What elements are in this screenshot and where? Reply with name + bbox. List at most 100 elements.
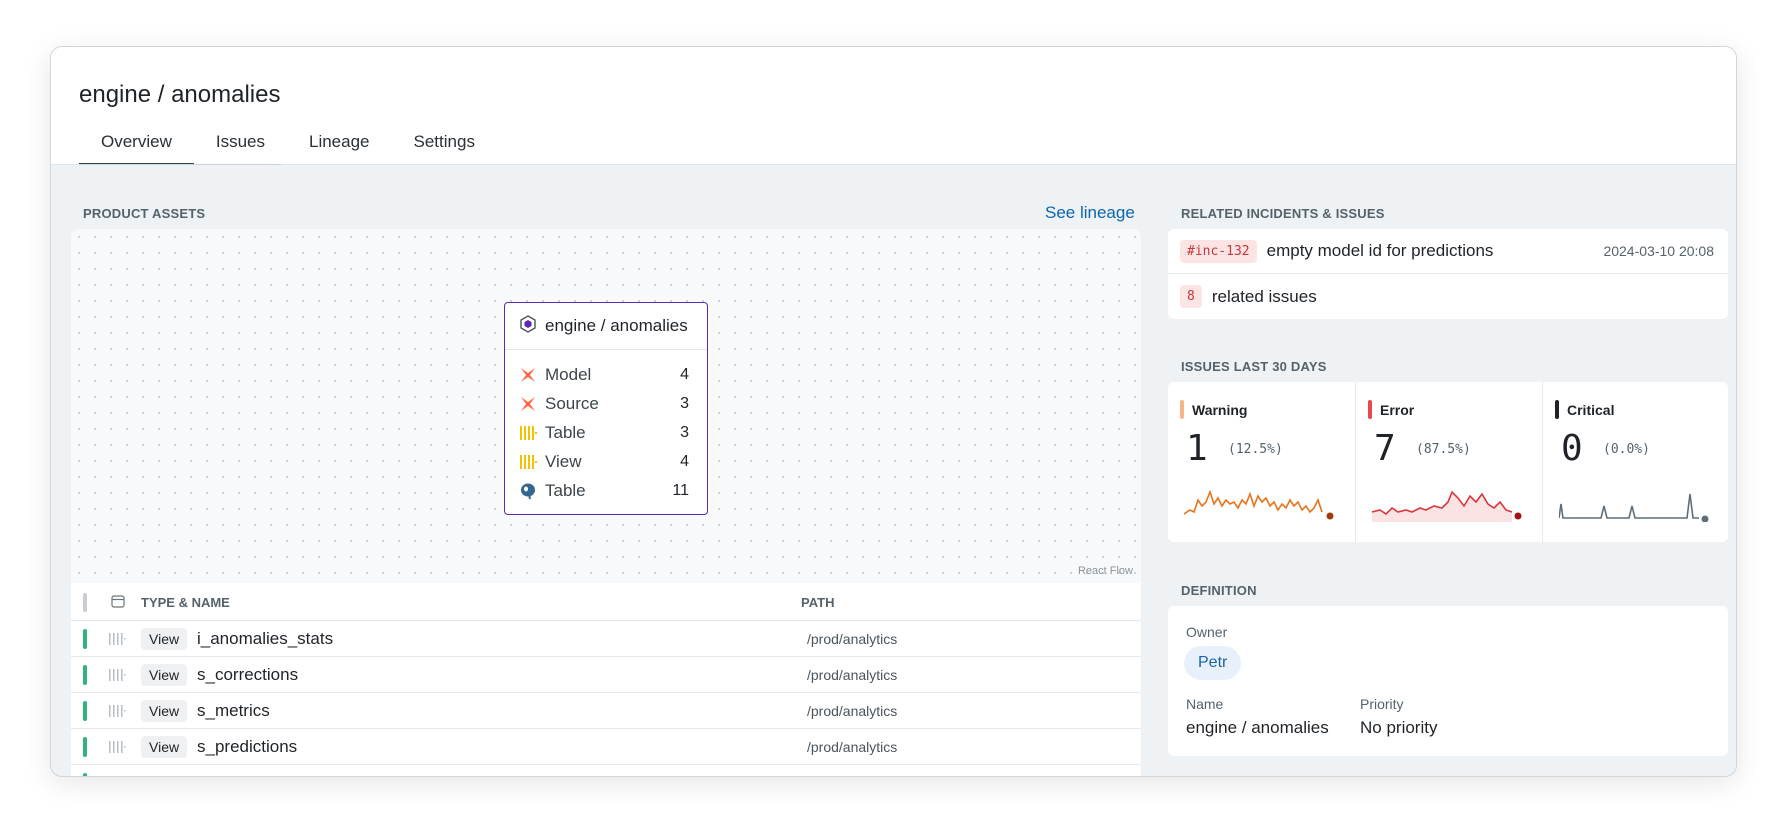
snowflake-bars-icon: [519, 453, 537, 471]
critical-sparkline: [1559, 493, 1709, 522]
incidents-card: #inc-132 empty model id for predictions …: [1168, 229, 1728, 319]
node-row-label: View: [545, 451, 582, 471]
asset-path: /prod/analytics: [807, 739, 898, 755]
snowflake-bars-icon: [519, 424, 537, 442]
incident-code-badge[interactable]: #inc-132: [1180, 239, 1257, 263]
tab-overview[interactable]: Overview: [79, 129, 194, 165]
related-issues-label[interactable]: related issues: [1212, 287, 1317, 307]
type-badge: View: [141, 700, 188, 722]
header: engine / anomalies Overview Issues Linea…: [51, 47, 1736, 165]
node-row-view[interactable]: View 4: [505, 447, 707, 476]
stat-warning[interactable]: Warning 1 (12.5%): [1168, 382, 1354, 542]
node-row-count: 3: [680, 423, 689, 441]
type-badge: View: [141, 664, 188, 686]
node-row-label: Table: [545, 480, 586, 500]
error-sparkline: [1372, 490, 1522, 522]
lineage-canvas[interactable]: engine / anomalies Model 4 Source 3 Tabl…: [71, 229, 1141, 583]
node-row-count: 11: [672, 481, 689, 499]
asset-path: /prod/analytics: [807, 631, 898, 647]
node-row-count: 4: [680, 452, 689, 470]
priority-label: Priority: [1360, 696, 1404, 712]
definition-title: DEFINITION: [1181, 583, 1257, 598]
node-row-model[interactable]: Model 4: [505, 360, 707, 389]
asset-name[interactable]: s_metrics: [197, 701, 270, 721]
node-row-source[interactable]: Source 3: [505, 389, 707, 418]
stat-percent: (0.0%): [1603, 442, 1650, 457]
postgres-icon: [519, 482, 537, 500]
dbt-icon: [519, 395, 537, 413]
status-bar: [83, 737, 87, 757]
snowflake-bars-icon: [108, 703, 126, 723]
node-row-label: Source: [545, 393, 599, 413]
name-label: Name: [1186, 696, 1224, 712]
product-assets-title: PRODUCT ASSETS: [83, 206, 206, 221]
name-value: engine / anomalies: [1186, 718, 1329, 737]
assets-table: TYPE & NAME PATH View i_anomalies_stats …: [71, 583, 1141, 776]
status-bar: [83, 629, 87, 649]
stat-label: Error: [1380, 402, 1415, 418]
table-row[interactable]: View i_anomalies_stats /prod/analytics: [71, 621, 1141, 657]
stat-label: Warning: [1192, 402, 1248, 418]
tab-issues[interactable]: Issues: [194, 129, 287, 165]
related-issues-row[interactable]: 8 related issues: [1168, 274, 1728, 319]
type-name-header[interactable]: TYPE & NAME: [141, 595, 230, 610]
type-badge: View: [141, 628, 188, 650]
node-header: engine / anomalies: [505, 303, 707, 350]
issues-last-30-title: ISSUES LAST 30 DAYS: [1181, 359, 1327, 374]
stat-value: 1: [1186, 428, 1208, 469]
product-window: engine / anomalies Overview Issues Linea…: [50, 46, 1737, 777]
stat-label: Critical: [1567, 402, 1615, 418]
status-bar: [83, 701, 87, 721]
issues-stats-card: Warning 1 (12.5%) Error 7 (87.5%) Critic…: [1168, 382, 1728, 542]
node-row-count: 4: [680, 365, 689, 383]
asset-name[interactable]: s_predictions: [197, 737, 297, 757]
calendar-icon: [111, 594, 125, 611]
node-row-table[interactable]: Table 3: [505, 418, 707, 447]
error-color-mark: [1368, 400, 1372, 419]
tab-underline: [79, 164, 281, 165]
definition-card: Owner Petr Name engine / anomalies Prior…: [1168, 606, 1728, 756]
snowflake-bars-icon: [108, 739, 126, 759]
node-row-count: 3: [680, 394, 689, 412]
related-incidents-title: RELATED INCIDENTS & ISSUES: [1181, 206, 1385, 221]
see-lineage-link[interactable]: See lineage: [1045, 203, 1135, 223]
stat-error[interactable]: Error 7 (87.5%): [1355, 382, 1541, 542]
critical-color-mark: [1555, 400, 1559, 419]
node-row-postgres-table[interactable]: Table 11: [505, 476, 707, 505]
tab-bar: Overview Issues Lineage Settings: [79, 129, 497, 165]
asset-path: /prod/analytics: [807, 703, 898, 719]
table-header: TYPE & NAME PATH: [71, 583, 1141, 621]
stat-percent: (87.5%): [1416, 442, 1471, 457]
product-hexagon-icon: [519, 314, 537, 338]
related-count-badge: 8: [1180, 285, 1202, 308]
table-row[interactable]: View s_metrics /prod/analytics: [71, 693, 1141, 729]
tab-settings[interactable]: Settings: [392, 129, 497, 165]
owner-chip[interactable]: Petr: [1184, 646, 1242, 680]
type-badge: View: [141, 736, 188, 758]
path-header[interactable]: PATH: [801, 595, 834, 610]
stat-percent: (12.5%): [1228, 442, 1283, 457]
node-title: engine / anomalies: [545, 316, 688, 335]
priority-value[interactable]: No priority: [1360, 718, 1437, 738]
asset-path: /prod/analytics: [807, 667, 898, 683]
stat-value: 0: [1561, 428, 1583, 469]
page-title: engine / anomalies: [79, 81, 281, 108]
stat-critical[interactable]: Critical 0 (0.0%): [1542, 382, 1728, 542]
status-bar: [83, 665, 87, 685]
header-status-bar: [83, 593, 87, 612]
react-flow-attribution[interactable]: React Flow: [1078, 565, 1133, 577]
incident-date: 2024-03-10 20:08: [1603, 243, 1714, 259]
product-node[interactable]: engine / anomalies Model 4 Source 3 Tabl…: [504, 302, 708, 515]
warning-sparkline: [1184, 489, 1334, 520]
status-bar: [83, 773, 87, 776]
table-row-partial: [71, 765, 1141, 776]
stat-value: 7: [1374, 428, 1396, 469]
asset-name[interactable]: i_anomalies_stats: [197, 629, 333, 649]
warning-color-mark: [1180, 400, 1184, 419]
incident-row[interactable]: #inc-132 empty model id for predictions …: [1168, 229, 1728, 274]
table-row[interactable]: View s_predictions /prod/analytics: [71, 729, 1141, 765]
table-row[interactable]: View s_corrections /prod/analytics: [71, 657, 1141, 693]
tab-lineage[interactable]: Lineage: [287, 129, 392, 165]
incident-title[interactable]: empty model id for predictions: [1267, 241, 1494, 261]
asset-name[interactable]: s_corrections: [197, 665, 298, 685]
